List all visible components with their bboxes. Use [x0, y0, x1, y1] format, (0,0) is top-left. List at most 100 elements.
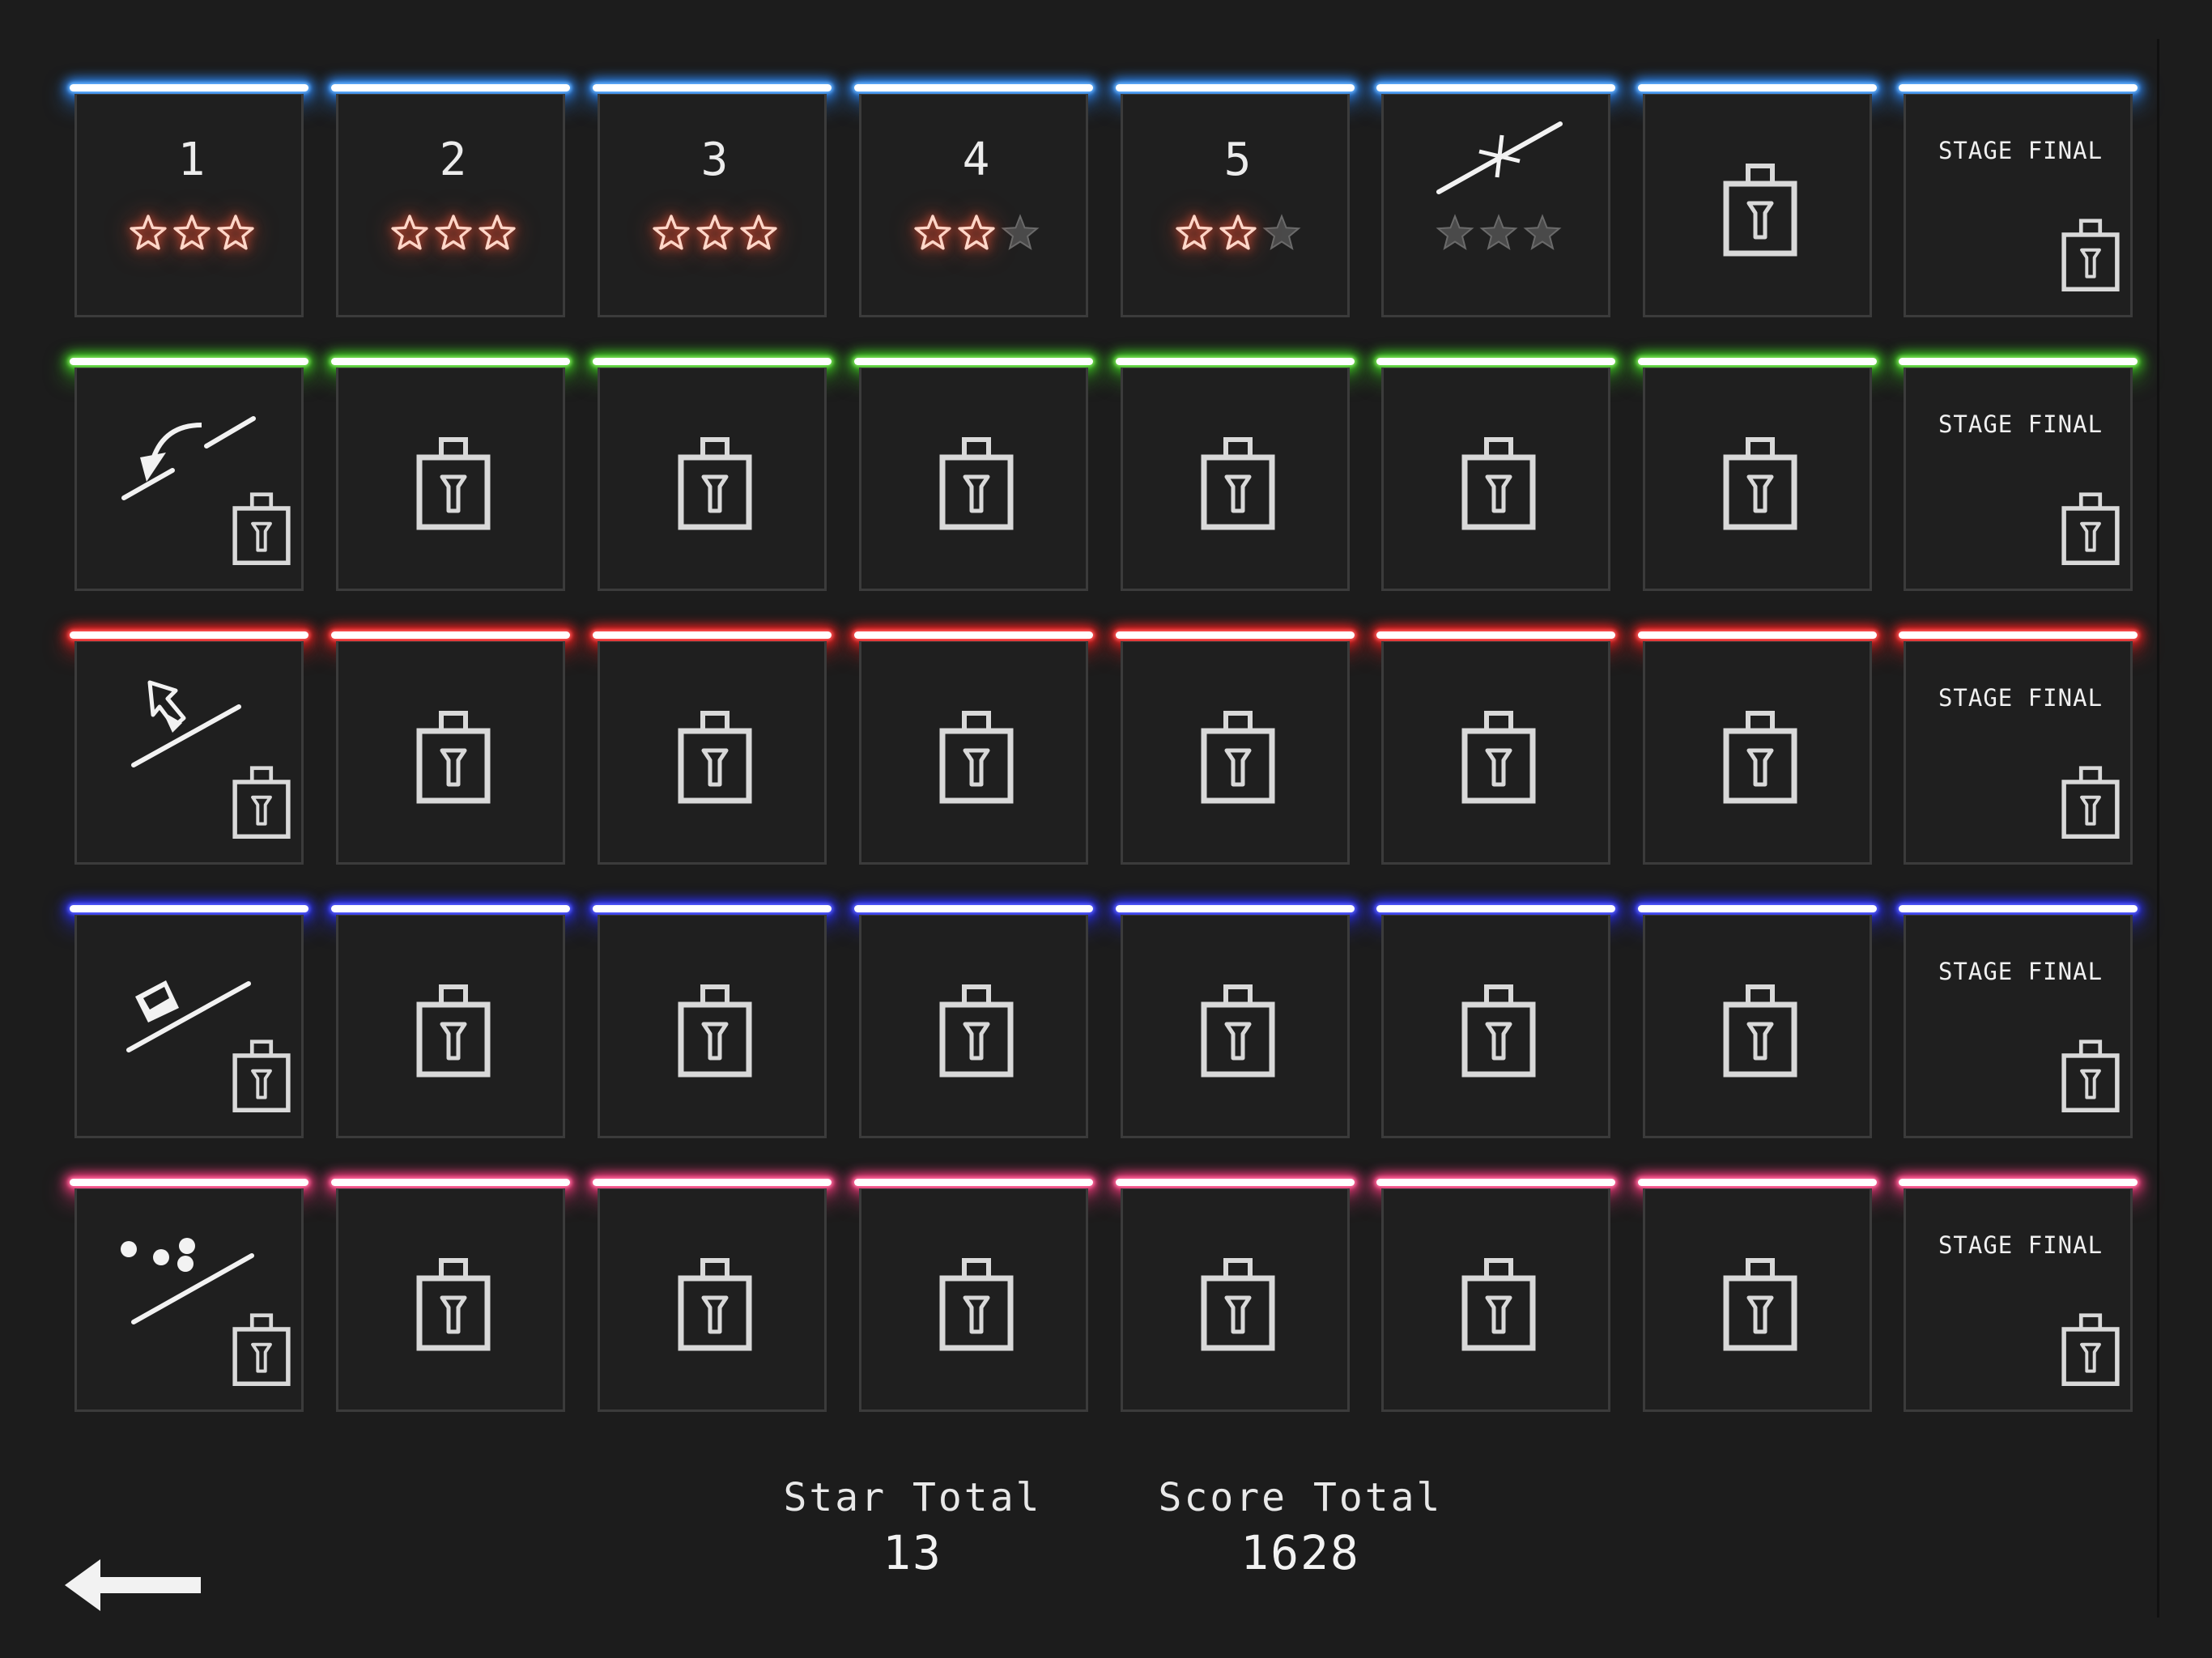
tile-panel: [1381, 1188, 1610, 1412]
level-number: 5: [1223, 134, 1252, 186]
stage-final-label: STAGE FINAL: [1938, 958, 2104, 985]
tile-panel: [74, 641, 304, 865]
level-tile: [331, 358, 570, 631]
lock-icon: [678, 437, 752, 530]
star-filled-icon: [478, 215, 516, 250]
stage-final-tile: STAGE FINAL: [1899, 631, 2138, 905]
level-tile: [70, 631, 308, 905]
lock-icon: [1461, 1258, 1536, 1351]
star-filled-icon: [1219, 215, 1257, 250]
neon-bar: [1899, 631, 2138, 639]
neon-bar: [331, 1179, 570, 1186]
tile-panel: 1: [74, 94, 304, 317]
level-tile[interactable]: 3: [593, 84, 832, 358]
level-tile: [854, 631, 1093, 905]
level-tile: [1638, 631, 1877, 905]
lock-icon: [678, 1258, 752, 1351]
level-tile[interactable]: [1376, 84, 1615, 358]
neon-bar: [593, 905, 832, 912]
back-arrow-icon: [65, 1559, 201, 1611]
level-tile: [70, 358, 308, 631]
tile-panel: [1643, 641, 1872, 865]
level-tile: [1116, 1179, 1355, 1452]
score-total-label: Score Total: [1158, 1475, 1443, 1520]
level-tile: [1116, 905, 1355, 1179]
lock-icon: [678, 711, 752, 804]
lock-icon: [2061, 492, 2120, 565]
star-empty-icon: [1261, 214, 1301, 251]
level-tile[interactable]: 1: [70, 84, 308, 358]
totals-footer: Star Total 13 Score Total 1628: [0, 1457, 2212, 1658]
level-tile: [1376, 905, 1615, 1179]
neon-bar: [593, 1179, 832, 1186]
neon-bar: [70, 358, 308, 365]
neon-bar: [593, 358, 832, 365]
level-select-screen: 1 2 3 4 5 STAGE FINAL STAGE FINAL STAGE FINAL ST…: [0, 0, 2212, 1658]
level-tile[interactable]: 4: [854, 84, 1093, 358]
lock-icon: [2061, 1039, 2120, 1112]
lock-icon: [1201, 984, 1275, 1078]
neon-bar: [854, 905, 1093, 912]
stage-final-tile: STAGE FINAL: [1899, 905, 2138, 1179]
neon-bar: [1638, 358, 1877, 365]
tile-panel: [74, 1188, 304, 1412]
neon-bar: [593, 84, 832, 91]
level-tile[interactable]: 2: [331, 84, 570, 358]
stage-final-label: STAGE FINAL: [1938, 684, 2104, 712]
level-number: 4: [962, 134, 990, 186]
stage-final-tile: STAGE FINAL: [1899, 358, 2138, 631]
level-tile: [1376, 1179, 1615, 1452]
lock-icon: [1201, 437, 1275, 530]
neon-bar: [70, 631, 308, 639]
neon-bar: [854, 631, 1093, 639]
level-tile[interactable]: 5: [1116, 84, 1355, 358]
world-row-3: STAGE FINAL: [0, 631, 2212, 905]
star-filled-icon: [434, 215, 472, 250]
world-row-4: STAGE FINAL: [0, 905, 2212, 1179]
neon-bar: [854, 358, 1093, 365]
tile-panel: [859, 1188, 1088, 1412]
tile-panel: STAGE FINAL: [1904, 915, 2133, 1138]
lock-icon: [1461, 711, 1536, 804]
tile-panel: [1121, 641, 1350, 865]
star-filled-icon: [1175, 215, 1213, 250]
tile-panel: [336, 641, 565, 865]
level-tile: [1638, 358, 1877, 631]
back-button[interactable]: [65, 1553, 211, 1618]
tile-panel: [336, 1188, 565, 1412]
star-empty-icon: [1435, 214, 1474, 251]
world-row-1: 1 2 3 4 5 STAGE FINAL: [0, 84, 2212, 358]
tile-panel: 3: [598, 94, 827, 317]
lock-icon: [2061, 766, 2120, 839]
tile-panel: [1121, 368, 1350, 591]
tile-panel: [74, 368, 304, 591]
neon-bar: [1376, 84, 1615, 91]
tile-panel: [336, 915, 565, 1138]
tile-panel: [74, 915, 304, 1138]
tile-panel: [859, 915, 1088, 1138]
tile-panel: STAGE FINAL: [1904, 1188, 2133, 1412]
star-filled-icon: [172, 215, 211, 250]
star-total-block: Star Total 13: [751, 1475, 1074, 1580]
tile-panel: [1381, 641, 1610, 865]
star-rating: [600, 211, 829, 257]
tile-panel: [598, 368, 827, 591]
level-tile: [1116, 358, 1355, 631]
lock-icon: [416, 437, 491, 530]
level-tile: [331, 905, 570, 1179]
neon-bar: [331, 358, 570, 365]
tile-panel: [1643, 368, 1872, 591]
star-empty-icon: [1000, 214, 1040, 251]
tile-panel: [1643, 94, 1872, 317]
level-number: 2: [439, 134, 467, 186]
neon-bar: [1899, 1179, 2138, 1186]
neon-bar: [1638, 631, 1877, 639]
neon-bar: [70, 1179, 308, 1186]
level-number: 3: [700, 134, 729, 186]
neon-bar: [1638, 84, 1877, 91]
tile-panel: STAGE FINAL: [1904, 641, 2133, 865]
tile-panel: [1381, 94, 1610, 317]
level-tile: [854, 905, 1093, 1179]
lock-icon: [232, 1313, 291, 1386]
level-tile: [854, 358, 1093, 631]
